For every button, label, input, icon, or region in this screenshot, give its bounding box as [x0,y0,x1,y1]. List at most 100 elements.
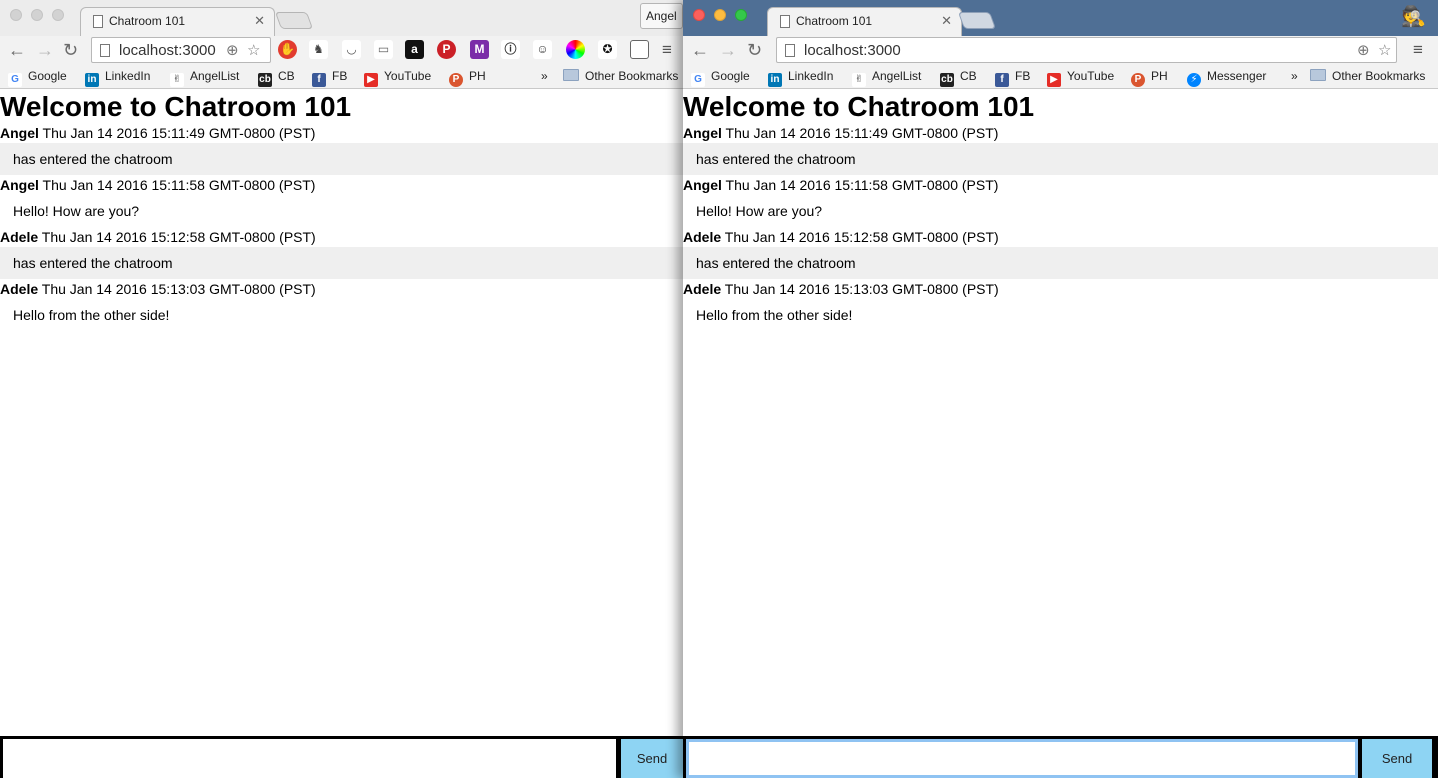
close-tab-icon[interactable]: ✕ [254,13,265,29]
bookmark-google[interactable]: G Google [691,69,750,87]
toolbar: ← → ↻ localhost:3000 ⊕ ☆ ≡ [683,36,1438,64]
bookmark-fb[interactable]: f FB [312,69,347,87]
close-window-button[interactable] [10,9,22,21]
menu-icon[interactable]: ≡ [662,40,672,60]
zoom-icon[interactable]: ⊕ [226,41,239,59]
angellist-icon: ✌ [852,73,866,87]
producthunt-icon: P [449,73,463,87]
cast-icon[interactable]: ▭ [374,40,393,59]
address-bar[interactable]: localhost:3000 ⊕ ☆ [776,37,1397,63]
bookmarks-overflow-button[interactable]: » [1291,69,1298,83]
crunchbase-icon: cb [258,73,272,87]
message-item: Angel Thu Jan 14 2016 15:11:49 GMT-0800 … [0,123,683,175]
back-icon[interactable]: ← [8,40,26,60]
bookmark-cb[interactable]: cb CB [940,69,977,87]
window-controls [10,9,64,21]
message-input[interactable] [3,739,616,778]
star-icon[interactable]: ☆ [247,41,260,59]
message-text: Hello from the other side! [13,307,170,323]
extension-face-icon[interactable]: ☺ [533,40,552,59]
message-item: Angel Thu Jan 14 2016 15:11:58 GMT-0800 … [683,175,1438,227]
angellist-icon: ✌ [170,73,184,87]
bookmark-ph[interactable]: P PH [449,69,486,87]
amazon-icon[interactable]: a [405,40,424,59]
zoom-window-button[interactable] [52,9,64,21]
reload-icon[interactable]: ↻ [63,40,78,60]
page-icon [785,44,795,57]
message-timestamp: Thu Jan 14 2016 15:12:58 GMT-0800 (PST) [41,229,316,245]
address-bar[interactable]: localhost:3000 ⊕ ☆ [91,37,271,63]
bookmark-fb[interactable]: f FB [995,69,1030,87]
send-button[interactable]: Send [621,739,683,778]
browser-window-left: Chatroom 101 ✕ Angel ← → ↻ localhost:300… [0,0,683,778]
message-text: has entered the chatroom [0,247,683,279]
new-tab-button[interactable] [957,12,997,29]
minimize-window-button[interactable] [714,9,726,21]
menu-icon[interactable]: ≡ [1413,40,1423,60]
message-timestamp: Thu Jan 14 2016 15:11:49 GMT-0800 (PST) [725,125,999,141]
bookmark-messenger[interactable]: ⚡ Messenger [1187,69,1266,87]
star-icon[interactable]: ☆ [1378,41,1391,59]
tab-strip: Chatroom 101 ✕ 🕵 [683,0,1438,36]
bookmark-google[interactable]: G Google [8,69,67,87]
bookmarks-bar: G Google in LinkedIn ✌ AngelList cb CB f FB ▶… [0,64,683,89]
message-list: Angel Thu Jan 14 2016 15:11:49 GMT-0800 … [0,123,683,331]
onepassword-icon[interactable]: ⓘ [501,40,520,59]
message-item: Adele Thu Jan 14 2016 15:12:58 GMT-0800 … [683,227,1438,279]
message-input[interactable] [686,739,1358,778]
send-button[interactable]: Send [1362,739,1432,778]
message-text: Hello! How are you? [13,203,140,219]
message-user: Adele [683,281,722,297]
momentum-icon[interactable]: M [470,40,489,59]
pinterest-icon[interactable]: P [437,40,456,59]
bookmark-youtube[interactable]: ▶ YouTube [1047,69,1114,87]
page-icon [93,15,103,28]
bookmark-cb[interactable]: cb CB [258,69,295,87]
window-icon[interactable] [630,40,649,59]
folder-icon [563,69,579,81]
other-bookmarks[interactable]: Other Bookmarks [1310,69,1425,83]
color-picker-icon[interactable] [566,40,585,59]
tab-chatroom[interactable]: Chatroom 101 ✕ [80,7,275,36]
adblock-icon[interactable]: ✋ [278,40,297,59]
new-tab-button[interactable] [274,12,314,29]
profile-button[interactable]: Angel [640,3,683,29]
tab-strip: Chatroom 101 ✕ Angel [0,0,683,36]
ninja-icon[interactable]: ✪ [598,40,617,59]
back-icon[interactable]: ← [691,40,709,60]
youtube-icon: ▶ [364,73,378,87]
bookmark-ph[interactable]: P PH [1131,69,1168,87]
bookmark-linkedin[interactable]: in LinkedIn [85,69,150,87]
other-bookmarks[interactable]: Other Bookmarks [563,69,678,83]
facebook-icon: f [312,73,326,87]
bookmarks-bar: G Google in LinkedIn ✌ AngelList cb CB f FB ▶… [683,64,1438,89]
url-text: localhost:3000 [804,42,901,59]
message-user: Adele [0,229,39,245]
minimize-window-button[interactable] [31,9,43,21]
google-icon: G [8,73,22,87]
message-user: Angel [683,125,722,141]
bookmark-linkedin[interactable]: in LinkedIn [768,69,833,87]
producthunt-icon: P [1131,73,1145,87]
forward-icon[interactable]: → [719,40,737,60]
message-text: has entered the chatroom [683,143,1438,175]
forward-icon[interactable]: → [36,40,54,60]
reload-icon[interactable]: ↻ [747,40,762,60]
message-text: has entered the chatroom [683,247,1438,279]
tab-chatroom[interactable]: Chatroom 101 ✕ [767,7,962,36]
extension-icon[interactable]: ♞ [309,40,328,59]
zoom-window-button[interactable] [735,9,747,21]
bookmark-youtube[interactable]: ▶ YouTube [364,69,431,87]
page-icon [780,15,790,28]
bookmarks-overflow-button[interactable]: » [541,69,548,83]
close-window-button[interactable] [693,9,705,21]
messenger-icon: ⚡ [1187,73,1201,87]
bookmark-angellist[interactable]: ✌ AngelList [170,69,239,87]
zoom-icon[interactable]: ⊕ [1357,41,1370,59]
pocket-icon[interactable]: ◡ [342,40,361,59]
close-tab-icon[interactable]: ✕ [941,13,952,29]
browser-window-right: Chatroom 101 ✕ 🕵 ← → ↻ localhost:3000 ⊕ … [683,0,1438,778]
message-timestamp: Thu Jan 14 2016 15:12:58 GMT-0800 (PST) [724,229,999,245]
bookmark-angellist[interactable]: ✌ AngelList [852,69,921,87]
incognito-icon: 🕵 [1401,6,1426,28]
